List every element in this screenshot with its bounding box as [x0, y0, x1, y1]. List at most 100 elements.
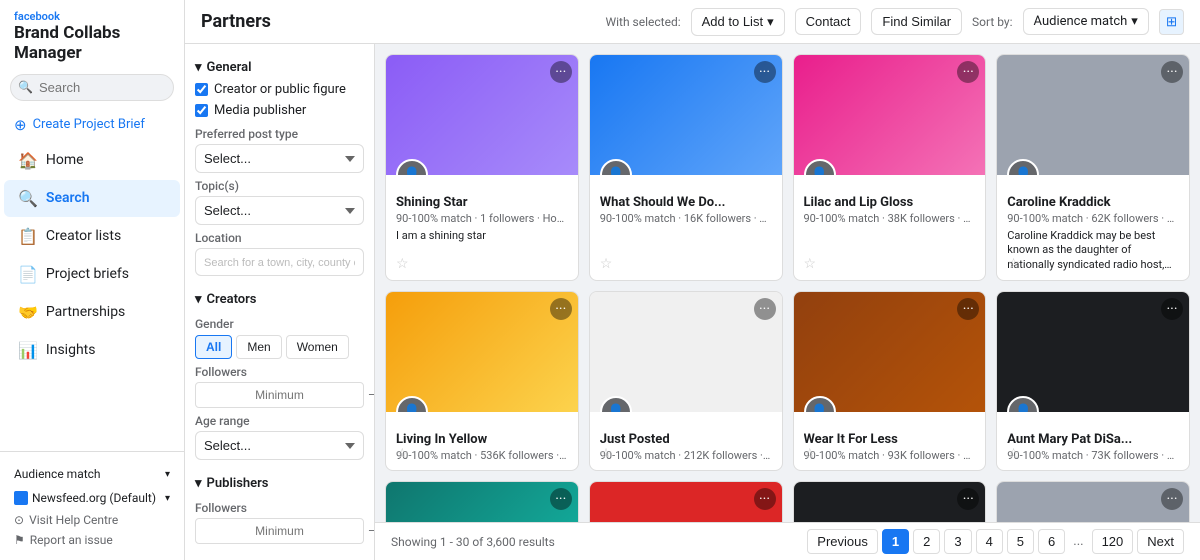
pub-followers-label: Followers [195, 501, 364, 515]
card-item[interactable]: ··· 👤 Shining Star 90-100% match · 1 fol… [385, 54, 579, 281]
card-star-button[interactable]: ☆ [804, 446, 817, 462]
card-description: Caroline Kraddick may be best known as t… [1007, 229, 1179, 272]
gender-men-button[interactable]: Men [236, 335, 281, 359]
chevron-down-icon: ▾ [1131, 14, 1138, 29]
card-item[interactable]: ··· 👤 Kroger Kray ☆ [793, 481, 987, 522]
card-body: What Should We Do... 90-100% match · 16K… [590, 175, 782, 233]
general-section-header[interactable]: ▾ General [195, 54, 364, 79]
card-more-button[interactable]: ··· [957, 61, 979, 83]
card-more-button[interactable]: ··· [957, 488, 979, 510]
creator-checkbox[interactable] [195, 83, 208, 96]
audience-match-dropdown[interactable]: Audience match ▾ [14, 462, 170, 486]
card-image: ··· 👤 [590, 482, 782, 522]
sidebar-item-home[interactable]: 🏠 Home [4, 142, 180, 179]
filter-group-creators: ▾ Creators Gender All Men Women Follower… [195, 286, 364, 460]
pub-followers-min-input[interactable] [195, 518, 364, 544]
page-last-button[interactable]: 120 [1092, 529, 1134, 554]
card-more-button[interactable]: ··· [550, 298, 572, 320]
card-body: Shining Star 90-100% match · 1 followers… [386, 175, 578, 251]
page-2-button[interactable]: 2 [913, 529, 940, 554]
card-star-button[interactable]: ☆ [600, 256, 613, 272]
card-item[interactable]: ··· 👤 What Should We Do... 90-100% match… [589, 54, 783, 281]
card-star-button[interactable]: ☆ [1007, 446, 1020, 462]
followers-min-input[interactable] [195, 382, 364, 408]
sidebar-item-partnerships[interactable]: 🤝 Partnerships [4, 294, 180, 331]
newsfeed-icon [14, 491, 28, 505]
caret-icon: ▾ [195, 476, 202, 491]
card-star-button[interactable]: ☆ [804, 256, 817, 272]
create-project-brief-button[interactable]: ⊕ Create Project Brief [0, 109, 184, 141]
card-more-button[interactable]: ··· [957, 298, 979, 320]
prev-page-button[interactable]: Previous [807, 529, 878, 554]
card-more-button[interactable]: ··· [754, 61, 776, 83]
newsfeed-dropdown[interactable]: Newsfeed.org (Default) ▾ [14, 486, 170, 510]
sidebar-item-project-briefs[interactable]: 📄 Project briefs [4, 256, 180, 293]
page-6-button[interactable]: 6 [1038, 529, 1065, 554]
add-to-list-button[interactable]: Add to List ▾ [691, 8, 785, 36]
visit-help-link[interactable]: ⊙ Visit Help Centre [14, 510, 170, 530]
card-item[interactable]: ··· 👤 Lilac and Lip Gloss 90-100% match … [793, 54, 987, 281]
preferred-post-select[interactable]: Select... [195, 144, 364, 173]
next-page-button[interactable]: Next [1137, 529, 1184, 554]
card-meta: 90-100% match · 16K followers · Travel [600, 212, 772, 225]
card-item[interactable]: ··· 👤 Living In Yellow 90-100% match · 5… [385, 291, 579, 471]
gender-all-button[interactable]: All [195, 335, 232, 359]
card-more-button[interactable]: ··· [550, 488, 572, 510]
card-item[interactable]: ··· 👤 Wear It For Less 90-100% match · 9… [793, 291, 987, 471]
card-item[interactable]: ··· 👤 Just Posted 90-100% match · 212K f… [589, 291, 783, 471]
location-label: Location [195, 231, 364, 245]
sidebar-item-creator-lists[interactable]: 📋 Creator lists [4, 218, 180, 255]
chevron-down-icon: ▾ [165, 469, 170, 480]
card-item[interactable]: ··· 👤 Birmingham Mommy ☆ [385, 481, 579, 522]
checkbox-creator[interactable]: Creator or public figure [195, 79, 364, 100]
sidebar-search[interactable]: 🔍 [10, 74, 174, 101]
page-1-button[interactable]: 1 [882, 529, 909, 554]
sort-dropdown[interactable]: Audience match ▾ [1023, 8, 1149, 35]
range-separator: – [368, 388, 375, 402]
card-more-button[interactable]: ··· [1161, 61, 1183, 83]
sidebar-item-insights[interactable]: 📊 Insights [4, 332, 180, 369]
sort-label: Sort by: [972, 15, 1013, 29]
card-item[interactable]: ··· 👤 ☆ [996, 481, 1190, 522]
card-more-button[interactable]: ··· [754, 488, 776, 510]
grid-view-button[interactable]: ⊞ [1159, 9, 1184, 35]
card-item[interactable]: ··· 👤 Kids Steals & Deals ☆ [589, 481, 783, 522]
filter-group-general: ▾ General Creator or public figure Media… [195, 54, 364, 276]
followers-label: Followers [195, 365, 364, 379]
card-item[interactable]: ··· 👤 Caroline Kraddick 90-100% match · … [996, 54, 1190, 281]
card-avatar: 👤 [804, 396, 836, 412]
showing-text: Showing 1 - 30 of 3,600 results [391, 535, 555, 549]
gender-women-button[interactable]: Women [286, 335, 349, 359]
report-issue-link[interactable]: ⚑ Report an issue [14, 530, 170, 550]
card-star-button[interactable]: ☆ [396, 446, 409, 462]
card-image: ··· 👤 [997, 292, 1189, 412]
page-4-button[interactable]: 4 [976, 529, 1003, 554]
publishers-section-header[interactable]: ▾ Publishers [195, 470, 364, 495]
card-star-button[interactable]: ☆ [600, 446, 613, 462]
card-more-button[interactable]: ··· [550, 61, 572, 83]
help-icon: ⊙ [14, 513, 24, 527]
sidebar-search-input[interactable] [10, 74, 174, 101]
sidebar-item-search[interactable]: 🔍 Search [4, 180, 180, 217]
creators-section-header[interactable]: ▾ Creators [195, 286, 364, 311]
card-image: ··· 👤 [794, 482, 986, 522]
card-star-button[interactable]: ☆ [1007, 256, 1020, 272]
card-more-button[interactable]: ··· [1161, 298, 1183, 320]
location-input[interactable] [195, 248, 364, 276]
topics-select[interactable]: Select... [195, 196, 364, 225]
search-icon: 🔍 [18, 80, 33, 94]
card-image: ··· 👤 [794, 292, 986, 412]
media-checkbox[interactable] [195, 104, 208, 117]
card-more-button[interactable]: ··· [754, 298, 776, 320]
card-more-button[interactable]: ··· [1161, 488, 1183, 510]
page-3-button[interactable]: 3 [944, 529, 971, 554]
contact-button[interactable]: Contact [795, 8, 862, 35]
preferred-post-label: Preferred post type [195, 127, 364, 141]
card-image: ··· 👤 [386, 482, 578, 522]
checkbox-media[interactable]: Media publisher [195, 100, 364, 121]
page-5-button[interactable]: 5 [1007, 529, 1034, 554]
find-similar-button[interactable]: Find Similar [871, 8, 962, 35]
card-item[interactable]: ··· 👤 Aunt Mary Pat DiSa... 90-100% matc… [996, 291, 1190, 471]
age-range-select[interactable]: Select... [195, 431, 364, 460]
card-star-button[interactable]: ☆ [396, 256, 409, 272]
